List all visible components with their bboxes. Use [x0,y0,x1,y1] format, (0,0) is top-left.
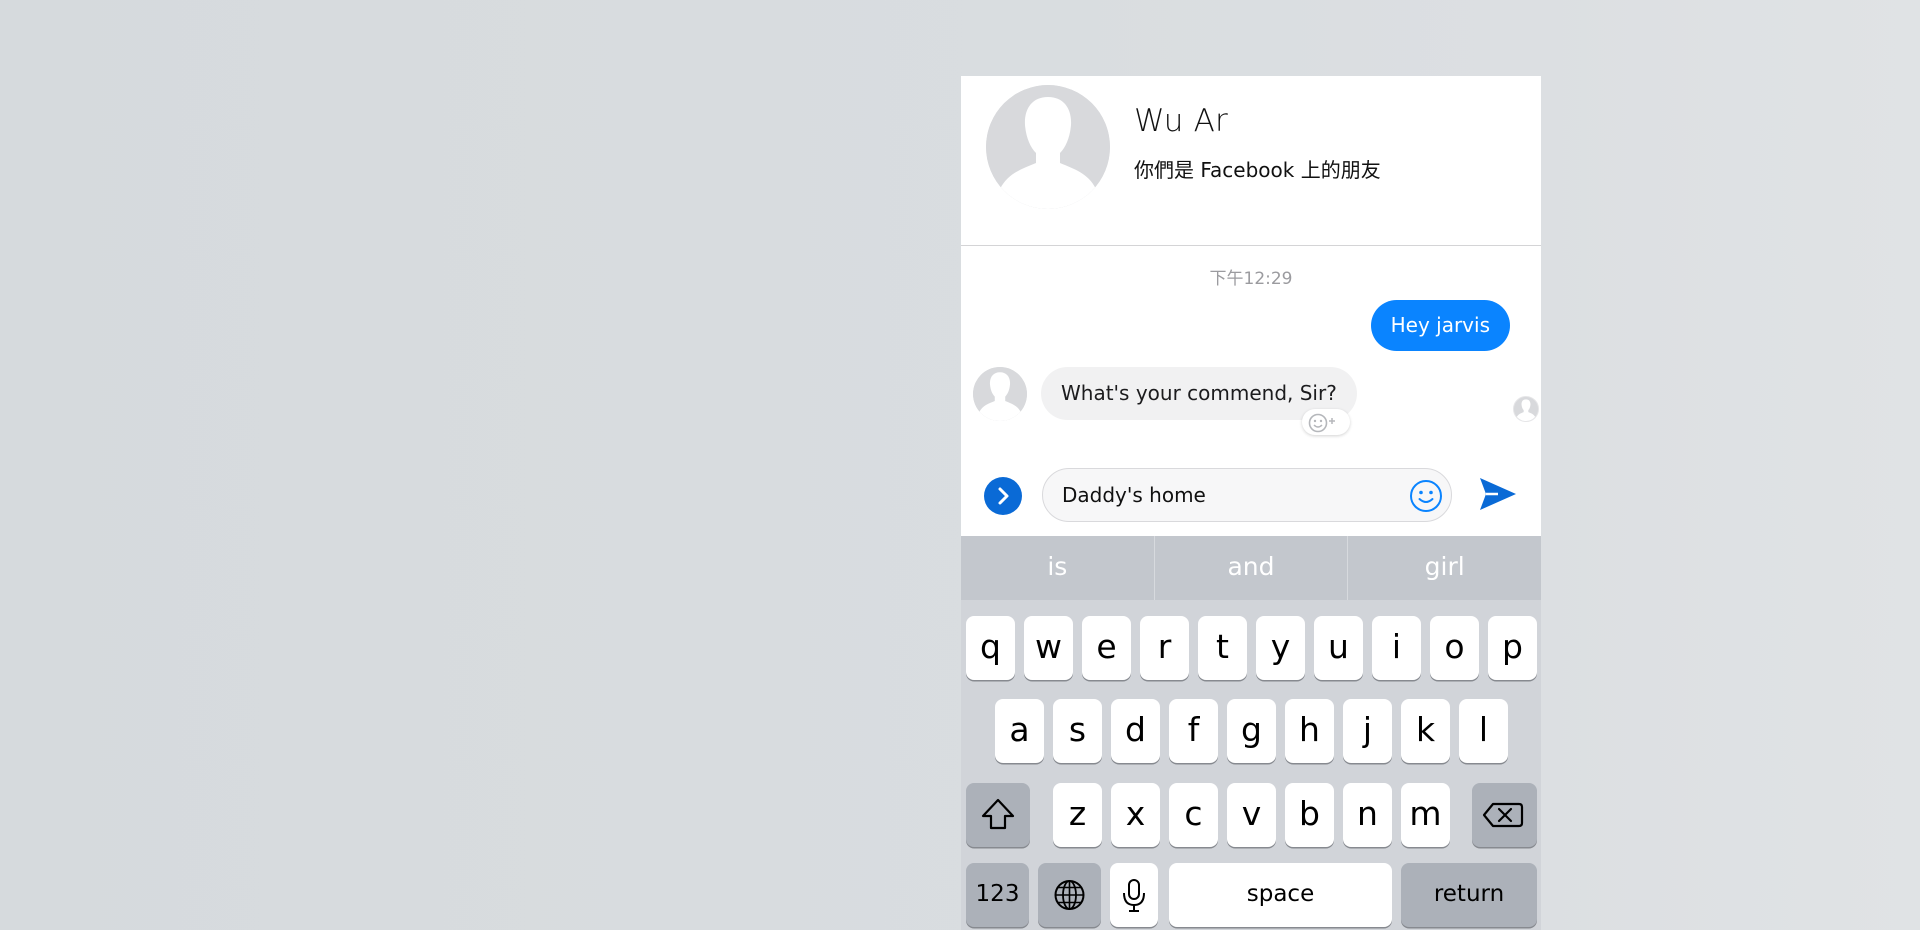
person-silhouette-icon [986,85,1110,209]
key-q[interactable]: q [966,616,1015,680]
person-silhouette-icon [973,367,1027,421]
key-i[interactable]: i [1372,616,1421,680]
key-e[interactable]: e [1082,616,1131,680]
shift-arrow-icon [981,798,1015,830]
return-key[interactable]: return [1401,863,1537,927]
key-b[interactable]: b [1285,783,1334,847]
key-l[interactable]: l [1459,699,1508,763]
delete-key[interactable] [1472,783,1537,847]
key-n[interactable]: n [1343,783,1392,847]
key-w[interactable]: w [1024,616,1073,680]
key-f[interactable]: f [1169,699,1218,763]
key-t[interactable]: t [1198,616,1247,680]
key-h[interactable]: h [1285,699,1334,763]
sender-avatar [973,367,1027,421]
key-k[interactable]: k [1401,699,1450,763]
key-c[interactable]: c [1169,783,1218,847]
key-u[interactable]: u [1314,616,1363,680]
paper-plane-send-icon [1480,478,1516,510]
suggestion-item[interactable]: girl [1347,536,1541,600]
messenger-window: Wu Ar 你們是 Facebook 上的朋友 下午12:29 Hey jarv… [961,76,1541,930]
smiley-plus-icon [1308,413,1335,433]
key-d[interactable]: d [1111,699,1160,763]
key-g[interactable]: g [1227,699,1276,763]
add-reaction-button[interactable] [1302,409,1350,435]
onscreen-keyboard: is and girl q w e r t y u i o p a s d f … [961,536,1541,930]
suggestion-item[interactable]: and [1153,536,1348,600]
outgoing-message-bubble[interactable]: Hey jarvis [1370,300,1510,351]
backspace-icon [1482,802,1524,828]
conversation-header: Wu Ar 你們是 Facebook 上的朋友 [961,76,1541,246]
key-o[interactable]: o [1430,616,1479,680]
emoji-button[interactable] [1409,479,1443,513]
expand-actions-button[interactable] [984,477,1022,515]
chevron-right-icon [998,487,1009,505]
key-s[interactable]: s [1053,699,1102,763]
predictive-suggestions-bar: is and girl [961,536,1541,600]
globe-icon [1054,880,1085,910]
message-timestamp: 下午12:29 [1209,269,1293,289]
dictation-key[interactable] [1110,863,1158,927]
message-input[interactable] [1042,468,1452,522]
key-z[interactable]: z [1053,783,1102,847]
language-key[interactable] [1038,863,1101,927]
suggestion-item[interactable]: is [961,536,1154,600]
key-a[interactable]: a [995,699,1044,763]
key-y[interactable]: y [1256,616,1305,680]
key-x[interactable]: x [1111,783,1160,847]
friendship-status: 你們是 Facebook 上的朋友 [1134,158,1381,182]
key-j[interactable]: j [1343,699,1392,763]
key-p[interactable]: p [1488,616,1537,680]
key-m[interactable]: m [1401,783,1450,847]
contact-avatar[interactable] [986,85,1110,209]
microphone-icon [1123,879,1145,912]
space-key[interactable]: space [1169,863,1392,927]
key-v[interactable]: v [1227,783,1276,847]
smiley-icon [1410,480,1442,512]
numbers-key[interactable]: 123 [966,863,1029,927]
desktop-background [0,0,1920,930]
read-receipt-avatar [1513,396,1539,422]
shift-key[interactable] [966,783,1030,847]
key-r[interactable]: r [1140,616,1189,680]
contact-name: Wu Ar [1134,103,1228,139]
send-button[interactable] [1478,474,1518,514]
person-silhouette-icon [1514,397,1538,421]
